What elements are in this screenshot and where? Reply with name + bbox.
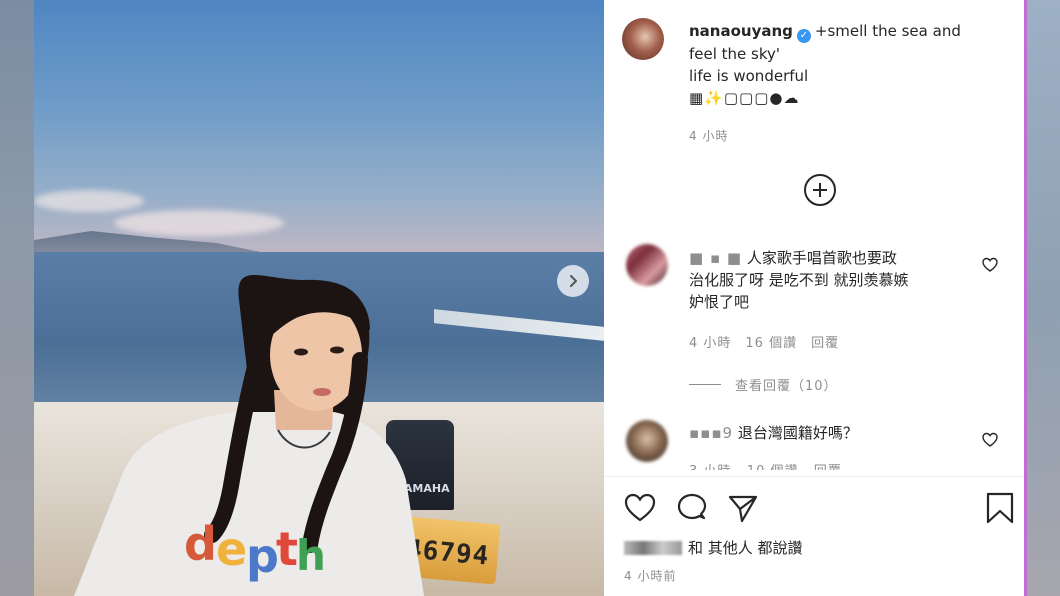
caption-line-3: life is wonderful <box>689 67 809 85</box>
view-replies-button[interactable]: 查看回覆（10） <box>689 375 838 394</box>
background-left-blur <box>0 0 34 596</box>
svg-text:t: t <box>276 522 298 576</box>
comment-body: ■ ▪ ■ 人家歌手唱首歌也要政 治化服了呀 是吃不到 就别羡慕嫉 妒恨了吧 <box>689 247 979 313</box>
comment-avatar[interactable] <box>626 420 668 462</box>
comment-text-line-1: 人家歌手唱首歌也要政 <box>746 249 897 267</box>
share-icon[interactable] <box>727 492 759 524</box>
caption-time: 4 小時 <box>689 129 729 143</box>
bookmark-icon[interactable] <box>984 492 1016 524</box>
comment-text: 退台灣國籍好嗎？ <box>737 424 858 442</box>
comment-text-line-2: 治化服了呀 是吃不到 就别羡慕嫉 <box>689 271 909 289</box>
carousel-next-button[interactable] <box>557 265 589 297</box>
post-username[interactable]: nanaouyang <box>689 22 793 40</box>
liked-by-username[interactable] <box>624 540 682 555</box>
heart-icon[interactable] <box>624 492 656 524</box>
heart-icon[interactable] <box>982 432 998 448</box>
frame-edge <box>1024 0 1027 596</box>
comment-meta: 4 小時 16 個讚 回覆 <box>689 332 839 351</box>
comment-username[interactable]: ■ ▪ ■ <box>689 249 742 267</box>
post-caption: nanaouyang ✓ +smell the sea and feel the s… <box>689 20 999 109</box>
post-photo: YAMAHA 46794 d e p t h <box>34 0 604 596</box>
svg-text:h: h <box>296 531 326 580</box>
caption-line-2: feel the sky' <box>689 45 781 63</box>
verified-badge-icon: ✓ <box>796 29 811 43</box>
post-side-panel: nanaouyang ✓ +smell the sea and feel the s… <box>604 0 1024 596</box>
liked-by[interactable]: 和 其他人 都說讚 <box>624 537 803 558</box>
posted-time: 4 小時前 <box>624 569 677 583</box>
view-replies-label: 查看回覆（10） <box>735 379 838 394</box>
comment-username[interactable]: ▪▪▪9 <box>689 424 733 442</box>
comment-icon[interactable] <box>676 492 708 524</box>
carousel-next-icon <box>570 275 577 287</box>
comment-body: ▪▪▪9 退台灣國籍好嗎？ <box>689 422 979 444</box>
add-comment-icon <box>813 183 827 197</box>
svg-text:p: p <box>246 529 279 583</box>
background-right-blur <box>1027 0 1060 596</box>
comment-likes[interactable]: 16 個讚 <box>745 332 797 351</box>
caption-line-1: +smell the sea and <box>814 22 961 40</box>
comment-avatar[interactable] <box>626 244 668 286</box>
comment-text-line-3: 妒恨了吧 <box>689 293 750 311</box>
svg-text:e: e <box>216 522 247 576</box>
comment-meta-partial: 3 小時 10 個讚 回覆 <box>689 460 842 470</box>
comment-time: 4 小時 <box>689 336 732 351</box>
add-comment-button[interactable] <box>804 174 836 206</box>
liked-by-text: 和 其他人 都說讚 <box>688 539 803 557</box>
person-figure: d e p t h <box>74 275 424 596</box>
caption-line-4: ▦✨▢▢▢●☁ <box>689 89 800 107</box>
avatar[interactable] <box>622 18 664 60</box>
actions-divider <box>604 476 1024 477</box>
reply-button[interactable]: 回覆 <box>811 332 839 351</box>
replies-divider <box>689 384 721 385</box>
svg-text:d: d <box>184 517 217 571</box>
heart-icon[interactable] <box>982 257 998 273</box>
